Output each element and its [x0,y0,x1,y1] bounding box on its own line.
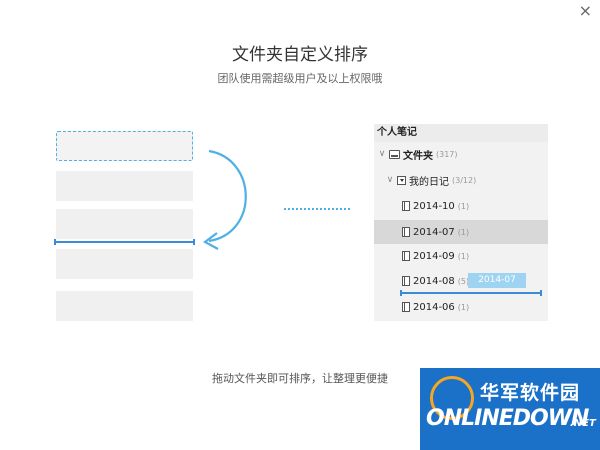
watermark-cn-text: 华军软件园 [480,382,581,404]
notebook-icon [402,251,410,261]
dragged-placeholder [56,131,193,161]
tree-item-folder[interactable]: ∨ 文件夹 (317) [374,142,548,166]
insert-indicator-line [54,239,195,245]
tree-item-label: 2014-09 [413,250,455,262]
tree-item-notebook[interactable]: 2014-09 (1) [374,244,548,268]
tree-item-label: 2014-10 [413,200,455,212]
tree-item-count: (1) [457,201,470,211]
panel-header: 个人笔记 [374,124,548,142]
drag-preview-badge: 2014-07 [468,273,526,288]
tree-item-count: (1) [457,302,470,312]
folder-icon [389,149,400,159]
folder-placeholder [56,209,193,239]
tree-item-count: (3/12) [452,175,477,185]
watermark-en-text: ONLINEDOWN [426,406,589,431]
dotted-connector [284,208,350,210]
notebook-icon [402,302,410,312]
watermark-logo: 华军软件园 ONLINEDOWN .NET [420,368,600,450]
tree-item-label: 2014-08 [413,275,455,287]
folder-placeholder [56,249,193,279]
close-button[interactable]: × [579,3,592,19]
tree-item-count: (1) [457,227,470,237]
chevron-down-icon[interactable]: ∨ [378,149,386,159]
notebook-icon [402,276,410,286]
tree-item-label: 文件夹 [403,150,433,162]
folder-placeholder [56,171,193,201]
notebook-icon [402,227,410,237]
tree-item-diary[interactable]: ∨ 我的日记 (3/12) [374,168,548,192]
tree-item-count: (317) [436,149,458,159]
tree-item-label: 2014-07 [413,226,455,238]
chevron-down-icon[interactable]: ∨ [386,175,394,185]
tree-item-notebook[interactable]: 2014-10 (1) [374,194,548,218]
tree-item-label: 我的日记 [409,176,449,188]
tree-item-label: 2014-06 [413,301,455,313]
tree-insert-indicator [400,290,542,296]
tree-item-count: (1) [457,251,470,261]
watermark-net-text: .NET [570,418,596,429]
tree-item-notebook-selected[interactable]: 2014-07 (1) [374,220,548,244]
tree-item-notebook[interactable]: 2014-06 (1) [374,295,548,319]
curved-arrow-icon [202,149,247,250]
diary-icon [397,175,406,185]
sort-illustration [0,0,300,360]
folder-placeholder [56,291,193,321]
notebook-icon [402,201,410,211]
